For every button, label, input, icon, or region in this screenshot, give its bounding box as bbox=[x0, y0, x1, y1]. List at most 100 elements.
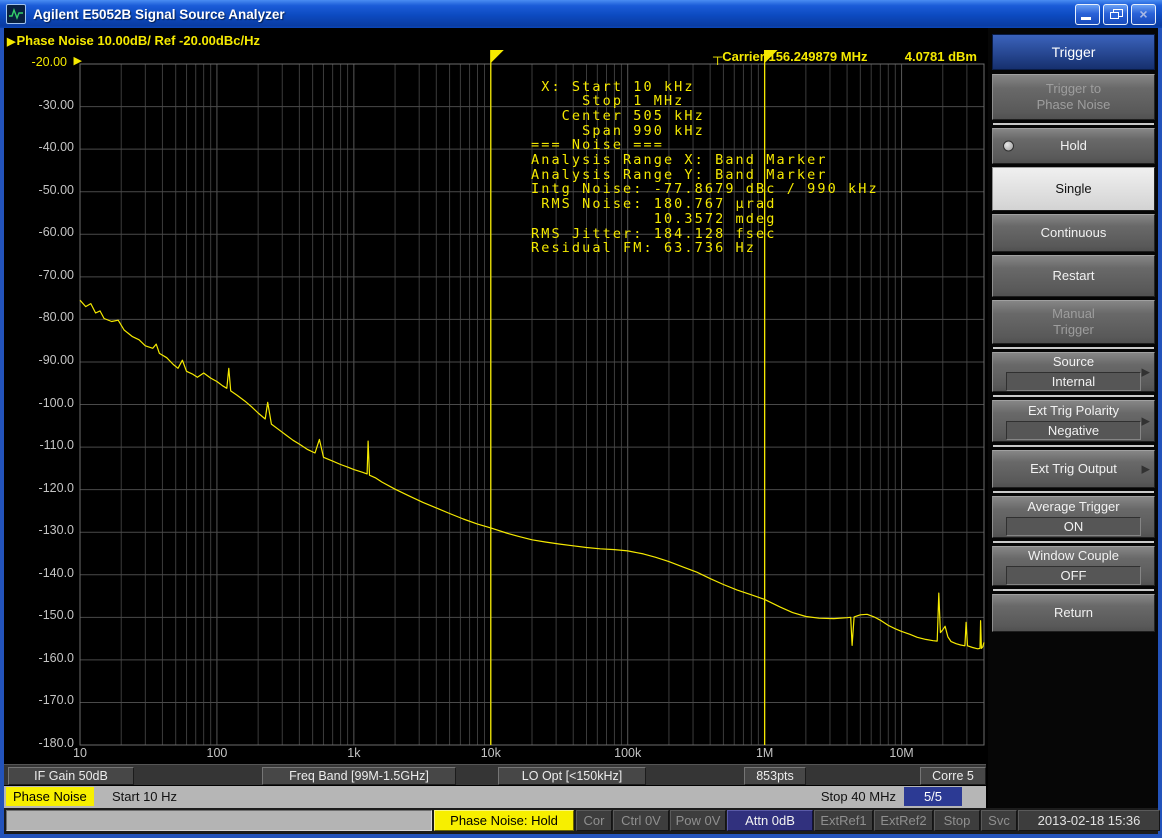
softkey-label: Average Trigger bbox=[1027, 499, 1119, 515]
status-chip-cor: Cor bbox=[576, 810, 612, 831]
mode-chip: Phase Noise bbox=[6, 787, 94, 806]
softkey-label: Ext Trig Output bbox=[1030, 461, 1117, 477]
softkey-label: Trigger to bbox=[1046, 81, 1101, 97]
y-axis-tick-label: -70.00 bbox=[4, 268, 74, 282]
status-chip-extref2: ExtRef2 bbox=[874, 810, 933, 831]
minimize-icon bbox=[1081, 17, 1091, 20]
carrier-frequency: 156.249879 MHz bbox=[768, 49, 867, 64]
softkey-value: ON bbox=[1006, 517, 1140, 536]
softkey-window-couple[interactable]: Window Couple OFF bbox=[992, 546, 1155, 586]
sweep-start: Start 10 Hz bbox=[112, 786, 177, 808]
x-axis-tick-label: 10 bbox=[73, 746, 87, 760]
y-axis-tick-label: -150.0 bbox=[4, 608, 74, 622]
carrier-power: 4.0781 dBm bbox=[905, 49, 977, 64]
softkey-restart[interactable]: Restart bbox=[992, 255, 1155, 297]
measurement-area: ▶Phase Noise 10.00dB/ Ref -20.00dBc/Hz -… bbox=[4, 28, 986, 808]
softkey-average-trigger[interactable]: Average Trigger ON bbox=[992, 496, 1155, 538]
softkey-return[interactable]: Return bbox=[992, 594, 1155, 632]
status-chip-pow: Pow 0V bbox=[670, 810, 726, 831]
y-axis-tick-label: -110.0 bbox=[4, 438, 74, 452]
status-points: 853pts bbox=[744, 767, 806, 785]
y-axis-tick-label: -60.00 bbox=[4, 225, 74, 239]
setup-status-bar: IF Gain 50dB Freq Band [99M-1.5GHz] LO Opt… bbox=[4, 764, 986, 785]
submenu-arrow-icon: ▶ bbox=[1142, 463, 1150, 476]
status-chip-stop: Stop bbox=[934, 810, 980, 831]
submenu-arrow-icon: ▶ bbox=[1142, 415, 1150, 428]
y-axis-tick-label: -120.0 bbox=[4, 481, 74, 495]
window-title: Agilent E5052B Signal Source Analyzer bbox=[33, 7, 285, 22]
y-axis-tick-label: -140.0 bbox=[4, 566, 74, 580]
band-marker-flag-icon[interactable] bbox=[491, 50, 504, 63]
status-correction: Corre 5 bbox=[920, 767, 986, 785]
reference-level-marker-icon: ▶ bbox=[74, 54, 82, 67]
softkey-label: Ext Trig Polarity bbox=[1028, 403, 1119, 419]
close-button: × bbox=[1131, 4, 1156, 25]
app-window: Agilent E5052B Signal Source Analyzer × … bbox=[0, 0, 1162, 838]
status-chip-ctrl: Ctrl 0V bbox=[613, 810, 669, 831]
y-axis-tick-label: -130.0 bbox=[4, 523, 74, 537]
y-axis-tick-label: -100.0 bbox=[4, 396, 74, 410]
menu-group-separator bbox=[993, 395, 1154, 397]
selected-bullet-icon bbox=[1003, 141, 1014, 152]
y-axis-tick-label: -80.00 bbox=[4, 310, 74, 324]
status-if-gain: IF Gain 50dB bbox=[8, 767, 134, 785]
softkey-label: Phase Noise bbox=[1037, 97, 1111, 113]
y-axis-tick-label: -90.00 bbox=[4, 353, 74, 367]
softkey-single[interactable]: Single bbox=[992, 167, 1155, 211]
x-axis-tick-label: 100k bbox=[614, 746, 641, 760]
softkey-value: Negative bbox=[1006, 421, 1140, 440]
page-indicator: 5/5 bbox=[904, 787, 962, 806]
y-axis-tick-label: -40.00 bbox=[4, 140, 74, 154]
softkey-label: Return bbox=[1054, 605, 1093, 621]
softkey-hold[interactable]: Hold bbox=[992, 128, 1155, 164]
y-axis-tick-label: -50.00 bbox=[4, 183, 74, 197]
restore-button[interactable] bbox=[1103, 4, 1128, 25]
minimize-button[interactable] bbox=[1075, 4, 1100, 25]
menu-group-separator bbox=[993, 347, 1154, 349]
status-lo-opt: LO Opt [<150kHz] bbox=[498, 767, 646, 785]
x-axis-tick-label: 1M bbox=[756, 746, 773, 760]
status-chip-svc: Svc bbox=[981, 810, 1017, 831]
softkey-source[interactable]: SourceInternal▶ bbox=[992, 352, 1155, 392]
softkey-value: Internal bbox=[1006, 372, 1140, 391]
status-chip-extref1: ExtRef1 bbox=[814, 810, 873, 831]
restore-icon bbox=[1110, 9, 1122, 19]
x-axis-tick-label: 10M bbox=[889, 746, 913, 760]
y-axis-tick-label: -20.00▶ bbox=[4, 55, 67, 69]
app-icon bbox=[6, 4, 26, 24]
softkey-label: Manual bbox=[1052, 306, 1095, 322]
title-bar[interactable]: Agilent E5052B Signal Source Analyzer × bbox=[0, 0, 1162, 28]
softkey-label: Single bbox=[1055, 181, 1091, 197]
x-axis-tick-label: 100 bbox=[206, 746, 227, 760]
menu-group-separator bbox=[993, 541, 1154, 543]
submenu-arrow-icon: ▶ bbox=[1142, 366, 1150, 379]
y-axis-tick-label: -170.0 bbox=[4, 693, 74, 707]
sweep-stop: Stop 40 MHz bbox=[821, 786, 896, 808]
y-axis-tick-label: -160.0 bbox=[4, 651, 74, 665]
x-axis-tick-label: 10k bbox=[481, 746, 501, 760]
softkey-ext-trig-polarity[interactable]: Ext Trig Polarity Negative▶ bbox=[992, 400, 1155, 442]
softkey-continuous[interactable]: Continuous bbox=[992, 214, 1155, 252]
status-freq-band: Freq Band [99M-1.5GHz] bbox=[262, 767, 456, 785]
menu-group-separator bbox=[993, 589, 1154, 591]
softkey-ext-trig-output[interactable]: Ext Trig Output ▶ bbox=[992, 450, 1155, 488]
softkey-label: Continuous bbox=[1041, 225, 1107, 241]
softkey-label: Restart bbox=[1053, 268, 1095, 284]
close-icon: × bbox=[1139, 6, 1147, 22]
x-axis-tick-label: 1k bbox=[347, 746, 360, 760]
softkey-label: Hold bbox=[1060, 138, 1087, 154]
status-chip-attn: Attn 0dB bbox=[727, 810, 813, 831]
softkey-label: Trigger bbox=[1053, 322, 1094, 338]
carrier-marker-icon: ┬Carrier bbox=[713, 49, 765, 64]
softkey-manual-trigger: ManualTrigger bbox=[992, 300, 1155, 344]
status-chip-clock: 2013-02-18 15:36 bbox=[1018, 810, 1160, 831]
instrument-screen: ▶Phase Noise 10.00dB/ Ref -20.00dBc/Hz -… bbox=[4, 28, 1158, 834]
softkey-trigger-to-phase-noise: Trigger toPhase Noise bbox=[992, 74, 1155, 120]
y-axis-tick-label: -180.0 bbox=[4, 736, 74, 750]
instrument-status-bar: Phase Noise: HoldCorCtrl 0VPow 0VAttn 0d… bbox=[4, 808, 1158, 834]
noise-info-block: X: Start 10 kHz Stop 1 MHz Center 505 kH… bbox=[531, 80, 879, 256]
softkey-menu: Trigger Trigger toPhase Noise Hold Single C… bbox=[988, 28, 1158, 808]
message-field bbox=[6, 810, 432, 831]
softkey-value: OFF bbox=[1006, 566, 1140, 585]
softkey-label: Window Couple bbox=[1028, 548, 1119, 564]
